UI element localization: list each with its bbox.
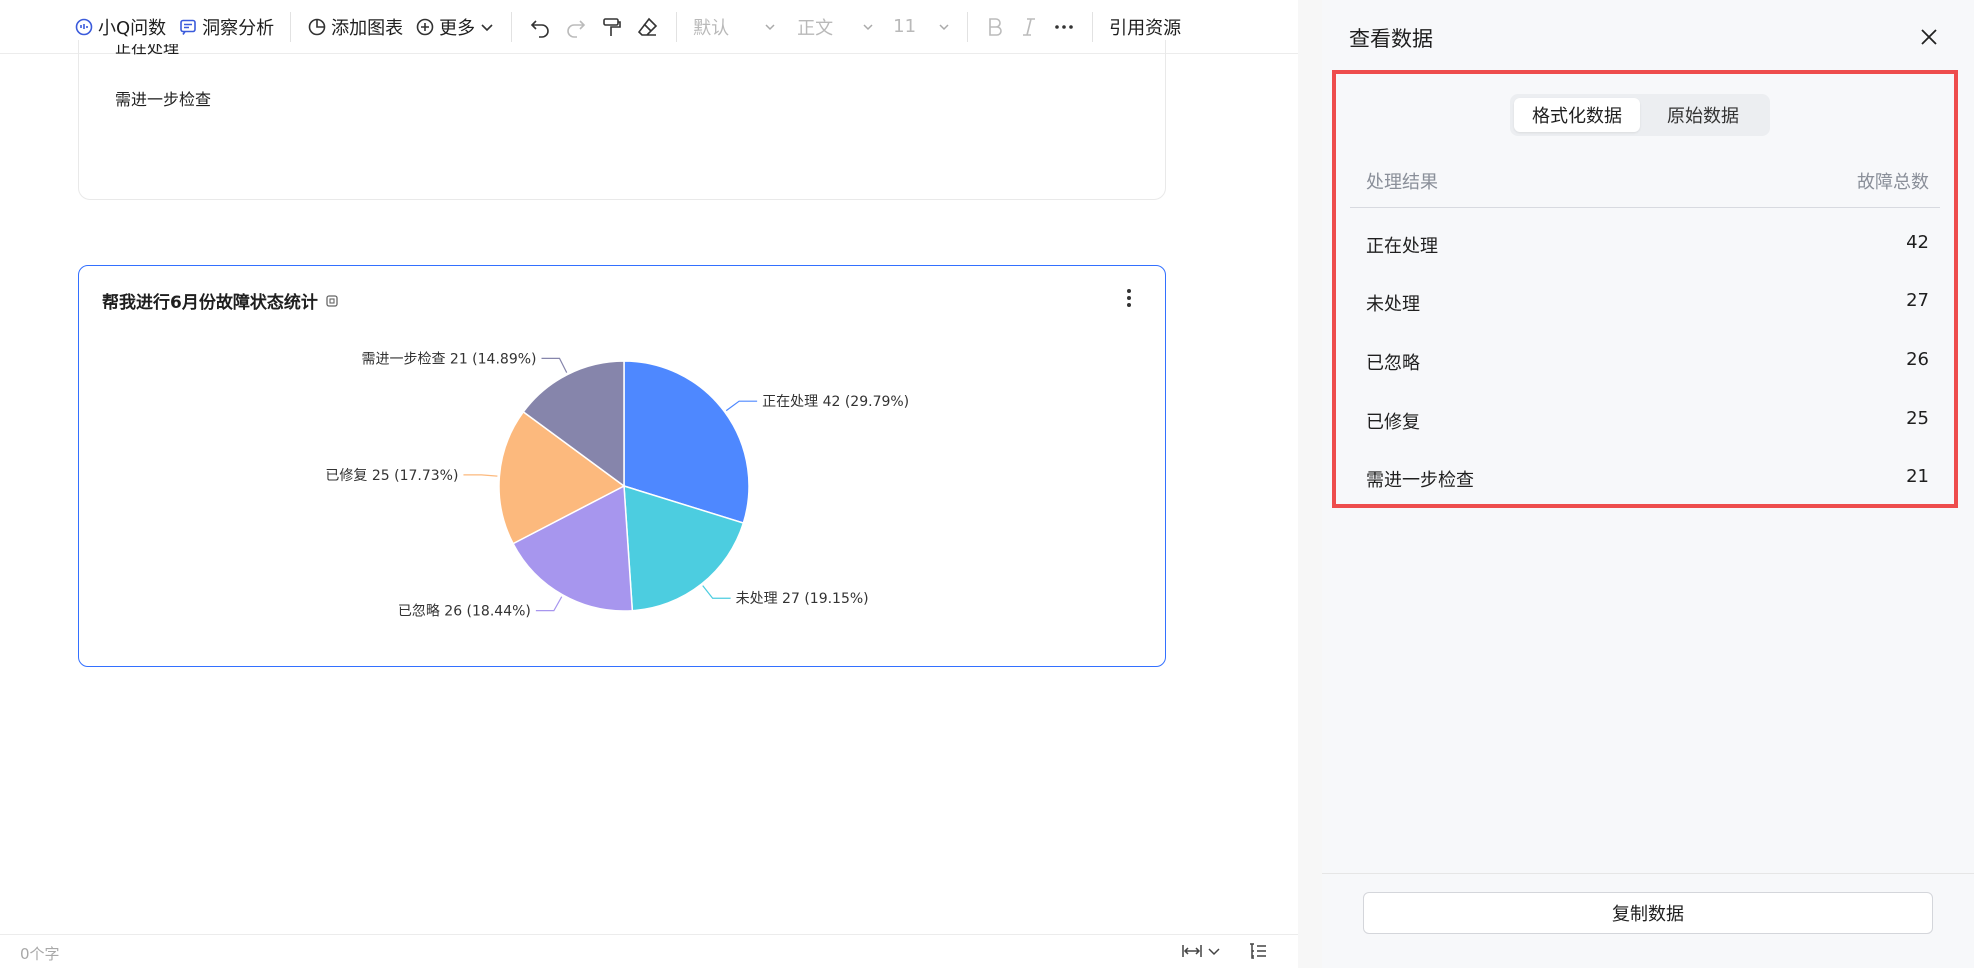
word-count: 0个字 bbox=[20, 945, 60, 963]
chat-data-icon bbox=[75, 18, 93, 35]
row-name: 已修复 bbox=[1366, 412, 1420, 433]
page-width-toggle[interactable] bbox=[1180, 940, 1222, 962]
row-name: 未处理 bbox=[1366, 294, 1420, 315]
insight-label: 洞察分析 bbox=[202, 17, 275, 39]
pie-label-leader bbox=[463, 474, 498, 477]
ellipsis-icon bbox=[1055, 24, 1073, 29]
format-painter-icon bbox=[603, 17, 621, 36]
panel-footer: 复制数据 bbox=[1322, 873, 1974, 968]
pie-label-leader bbox=[541, 357, 568, 373]
font-size-value: 11 bbox=[893, 16, 917, 37]
row-name: 正在处理 bbox=[1366, 236, 1438, 257]
bold-icon bbox=[989, 17, 1002, 36]
row-count: 27 bbox=[1906, 290, 1929, 311]
cite-resource-label: 引用资源 bbox=[1109, 17, 1182, 39]
pie-label-leader bbox=[535, 596, 563, 612]
undo-icon bbox=[531, 19, 549, 38]
panel-header: 查看数据 bbox=[1322, 0, 1974, 72]
chevron-down-icon bbox=[765, 23, 775, 30]
chevron-down-icon bbox=[939, 23, 949, 30]
pie-chart: 正在处理 42 (29.79%) 未处理 27 (19.15%) 已忽略 26 (1… bbox=[325, 351, 909, 620]
italic-icon bbox=[1023, 17, 1036, 36]
pie-label-leader bbox=[725, 400, 758, 412]
ask-q-label: 小Q问数 bbox=[98, 17, 167, 39]
eraser-icon bbox=[638, 17, 658, 36]
column-header-count: 故障总数 bbox=[1857, 172, 1929, 193]
table-row: 未处理 27 bbox=[1336, 272, 1954, 330]
pie-chart-icon bbox=[308, 18, 326, 35]
tab-formatted-data[interactable]: 格式化数据 bbox=[1514, 98, 1640, 132]
pie-data-label: 正在处理 42 (29.79%) bbox=[762, 394, 909, 410]
row-name: 需进一步检查 bbox=[1366, 470, 1474, 491]
chevron-down-icon bbox=[1208, 948, 1220, 956]
outline-button[interactable] bbox=[1246, 940, 1270, 966]
data-table-section: 格式化数据 原始数据 处理结果 故障总数 正在处理 42 未处理 27 已忽略 … bbox=[1332, 70, 1958, 508]
paragraph-select-value: 正文 bbox=[797, 17, 834, 39]
more-label: 更多 bbox=[439, 17, 476, 39]
close-icon[interactable] bbox=[1918, 26, 1940, 48]
table-row: 已修复 25 bbox=[1336, 390, 1954, 448]
pie-data-label: 未处理 27 (19.15%) bbox=[736, 591, 869, 607]
doc-line-partial: 正在处理 bbox=[115, 40, 180, 57]
row-name: 已忽略 bbox=[1366, 353, 1420, 374]
pie-data-label: 已修复 25 (17.73%) bbox=[325, 467, 458, 484]
chart-card[interactable]: 帮我进行6月份故障状态统计 正在处理 42 (29.79%) 未处理 27 (19… bbox=[78, 265, 1166, 667]
status-bar: 0个字 bbox=[0, 934, 1298, 968]
chevron-down-icon bbox=[481, 23, 493, 31]
style-select-value: 默认 bbox=[693, 17, 730, 39]
doc-line: 需进一步检查 bbox=[115, 90, 212, 109]
pie-data-label: 已忽略 26 (18.44%) bbox=[398, 604, 531, 620]
table-row: 已忽略 26 bbox=[1336, 331, 1954, 389]
toolbar-divider bbox=[676, 11, 678, 42]
toolbar-divider bbox=[511, 11, 513, 42]
outline-icon bbox=[1250, 943, 1266, 959]
add-chart-label: 添加图表 bbox=[331, 17, 404, 39]
pie-label-leader bbox=[702, 585, 731, 599]
row-count: 21 bbox=[1906, 466, 1929, 487]
insight-icon bbox=[180, 19, 196, 35]
column-header-result: 处理结果 bbox=[1366, 172, 1438, 193]
pie-data-label: 需进一步检查 21 (14.89%) bbox=[361, 351, 536, 367]
copy-data-button[interactable]: 复制数据 bbox=[1363, 892, 1933, 934]
data-view-tabs: 格式化数据 原始数据 bbox=[1510, 94, 1770, 136]
table-row: 正在处理 42 bbox=[1336, 214, 1954, 272]
row-count: 26 bbox=[1906, 349, 1929, 370]
view-data-panel: 查看数据 格式化数据 原始数据 处理结果 故障总数 正在处理 42 未处理 27… bbox=[1322, 0, 1974, 968]
panel-title: 查看数据 bbox=[1349, 27, 1433, 51]
row-count: 42 bbox=[1906, 232, 1929, 253]
row-count: 25 bbox=[1906, 408, 1929, 429]
toolbar-divider bbox=[290, 11, 292, 42]
text-block: 正在处理 需进一步检查 bbox=[78, 40, 1166, 200]
table-header: 处理结果 故障总数 bbox=[1336, 158, 1954, 208]
tab-raw-data[interactable]: 原始数据 bbox=[1640, 98, 1766, 132]
panel-gutter bbox=[1298, 0, 1322, 968]
document-editor: 小Q问数 洞察分析 添加图表 更多 默认 正文 11 引用资源 正在处理 需进一… bbox=[0, 0, 1298, 968]
table-row: 需进一步检查 21 bbox=[1336, 448, 1954, 506]
toolbar-divider bbox=[1092, 11, 1094, 42]
chevron-down-icon bbox=[863, 23, 873, 30]
toolbar-divider bbox=[967, 11, 969, 42]
plus-circle-icon bbox=[416, 18, 434, 35]
table-header-rule bbox=[1350, 158, 1940, 208]
redo-icon bbox=[567, 19, 586, 38]
fit-width-icon bbox=[1182, 945, 1202, 957]
